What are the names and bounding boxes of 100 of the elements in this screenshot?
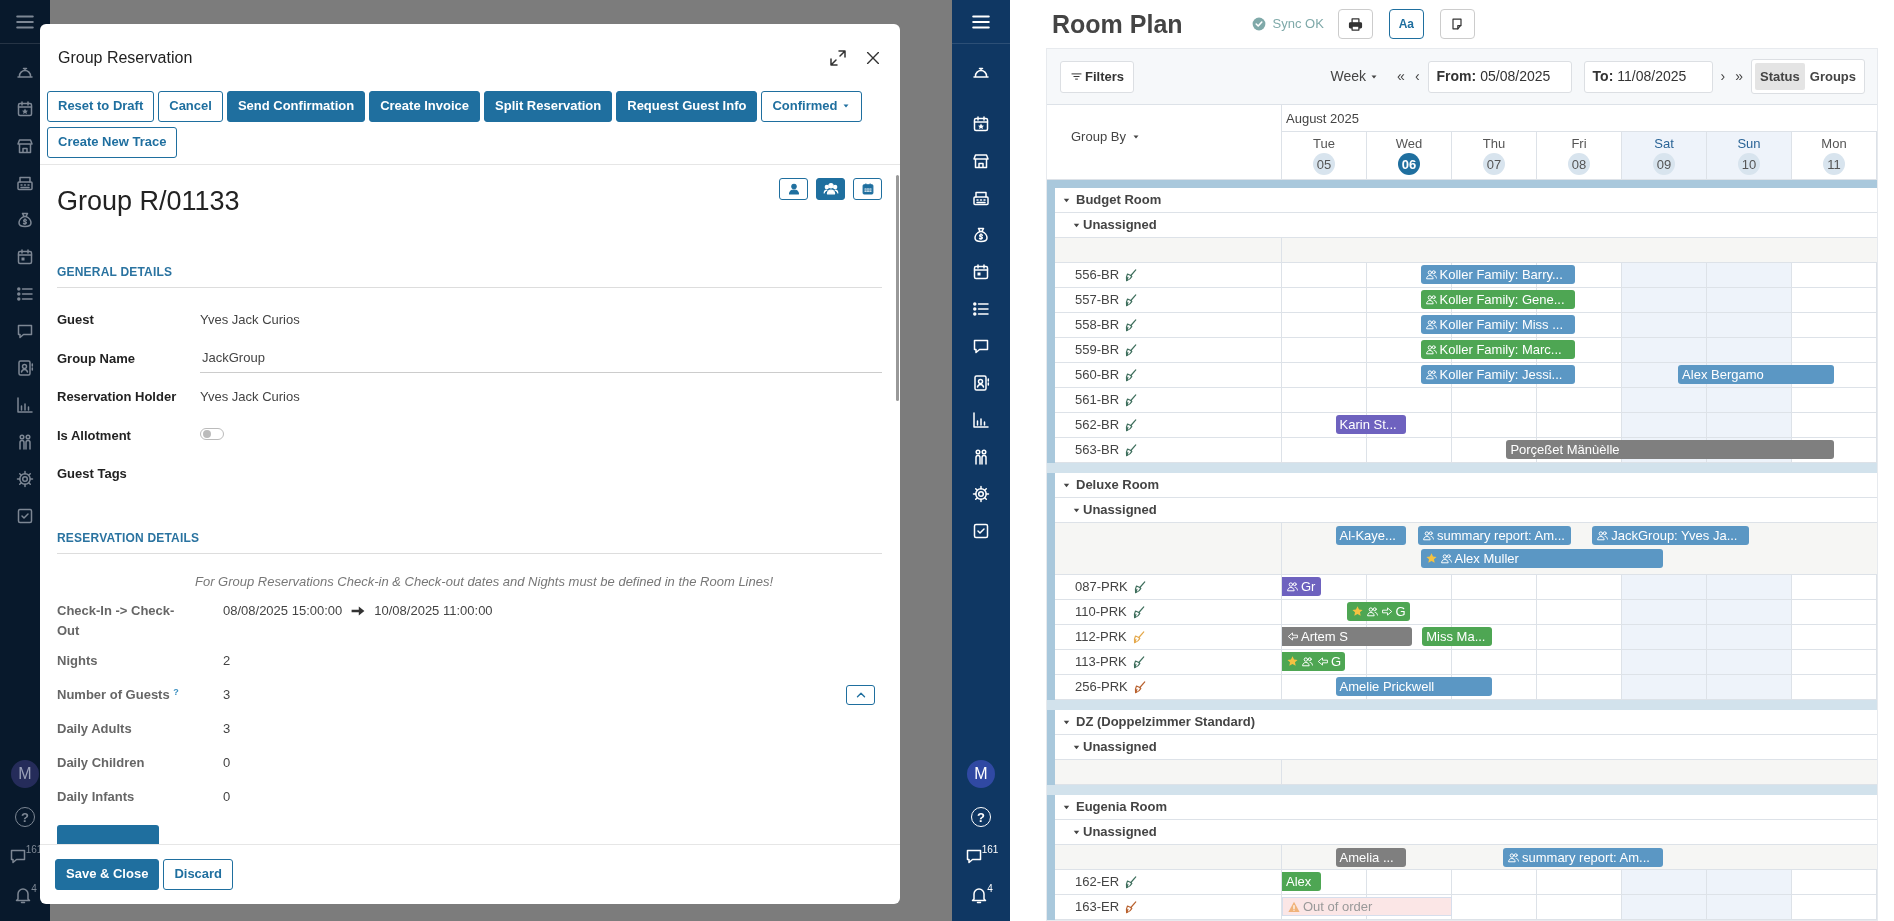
chart-icon[interactable]: [971, 410, 991, 430]
people-icon: [1424, 268, 1438, 281]
booking-bar[interactable]: Amelie Prickwell: [1335, 677, 1492, 696]
note-text: For Group Reservations Check-in & Check-out dates and Nights must be defined in the Room Lines!: [195, 572, 775, 591]
arrow-right-icon: [1380, 605, 1394, 618]
period-dropdown[interactable]: Week: [1328, 66, 1382, 87]
calendar-icon[interactable]: [15, 247, 35, 267]
field-label: Guest Tags: [57, 465, 128, 484]
nav-button[interactable]: ‹: [1412, 66, 1422, 87]
settings-icon[interactable]: [15, 469, 35, 489]
booking-bar[interactable]: Karin St...: [1335, 415, 1407, 434]
store-icon[interactable]: [971, 151, 991, 171]
collapse-button[interactable]: [846, 685, 875, 706]
list-icon[interactable]: [15, 284, 35, 304]
booking-bar[interactable]: Amelia ...: [1335, 848, 1407, 867]
calendar-icon[interactable]: [971, 262, 991, 282]
booking-bar[interactable]: Koller Family: Jessi...: [1420, 365, 1576, 384]
print-button[interactable]: [1337, 9, 1373, 39]
avatar[interactable]: M: [11, 760, 39, 788]
date-badge: 07: [1483, 153, 1505, 176]
view-button[interactable]: [853, 177, 882, 200]
booking-bar[interactable]: summary report: Am...: [1418, 526, 1571, 545]
contact-card-icon[interactable]: [15, 358, 35, 378]
out-of-order-bar[interactable]: Out of order: [1282, 897, 1452, 916]
booking-bar[interactable]: Koller Family: Barry...: [1420, 265, 1576, 284]
action-button[interactable]: Save & Close: [55, 859, 160, 890]
contact-card-icon[interactable]: [971, 373, 991, 393]
status-dropdown[interactable]: Confirmed: [761, 91, 863, 122]
booking-bar[interactable]: summary report: Am...: [1503, 848, 1663, 867]
booking-bar[interactable]: Koller Family: Gene...: [1420, 290, 1576, 309]
room-timeline[interactable]: Artem S Miss Ma...: [1282, 625, 1877, 650]
note-button[interactable]: [1439, 9, 1475, 39]
booking-bar[interactable]: Miss Ma...: [1422, 627, 1492, 646]
booking-bar[interactable]: Al-Kaye...: [1335, 526, 1407, 545]
room-timeline[interactable]: Karin St...: [1282, 413, 1877, 438]
room-timeline[interactable]: Koller Family: Gene...: [1282, 288, 1877, 313]
list-icon[interactable]: [971, 299, 991, 319]
room-timeline[interactable]: Koller Family: Miss ...: [1282, 313, 1877, 338]
expand-icon[interactable]: [828, 47, 848, 68]
chart-icon[interactable]: [15, 395, 35, 415]
room-timeline[interactable]: Porçeßet Mänùèlle: [1282, 438, 1877, 463]
room-timeline[interactable]: Alex: [1282, 870, 1877, 895]
booking-bar[interactable]: Koller Family: Marc...: [1420, 340, 1576, 359]
room-timeline[interactable]: Out of order: [1282, 895, 1877, 920]
booking-bar[interactable]: G: [1346, 602, 1410, 621]
room-timeline[interactable]: G: [1282, 650, 1877, 675]
booking-bar[interactable]: Artem S: [1282, 627, 1413, 646]
room-timeline[interactable]: Amelie Prickwell: [1282, 675, 1877, 700]
date-badge: 08: [1568, 153, 1590, 176]
room-type-label: Budget Room: [1076, 191, 1162, 210]
date-field[interactable]: To: 11/08/2025: [1583, 60, 1713, 93]
money-bag-icon[interactable]: [15, 210, 35, 230]
room-timeline[interactable]: Koller Family: Jessi... Alex Bergamo: [1282, 363, 1877, 388]
action-button[interactable]: Reset to Draft: [47, 91, 155, 122]
room-timeline[interactable]: Koller Family: Barry...: [1282, 263, 1877, 288]
nav-button[interactable]: ›: [1718, 66, 1728, 87]
booking-bar[interactable]: Alex Bergamo: [1678, 365, 1834, 384]
booking-bar[interactable]: Gr: [1282, 577, 1322, 596]
star-icon: [1286, 655, 1299, 668]
people-icon: [822, 180, 839, 197]
date-field[interactable]: From: 05/08/2025: [1427, 60, 1572, 93]
action-button[interactable]: Discard: [163, 859, 234, 890]
nav-button[interactable]: «: [1395, 66, 1407, 87]
room-number: 087-PRK: [1075, 578, 1128, 597]
star-icon: [1350, 605, 1364, 618]
message-count: 161: [981, 843, 999, 857]
calendar-icon[interactable]: [971, 114, 991, 134]
action-button[interactable]: Cancel: [158, 91, 223, 122]
action-button[interactable]: Split Reservation: [484, 91, 613, 122]
store-icon[interactable]: [15, 136, 35, 156]
people-icon: [1301, 655, 1314, 668]
action-button[interactable]: Send Confirmation: [226, 91, 366, 122]
group-by-dropdown[interactable]: Group By: [1071, 127, 1141, 147]
view-button[interactable]: [779, 177, 808, 200]
action-button[interactable]: Request Guest Info: [616, 91, 758, 122]
font-size-button[interactable]: Aa: [1388, 9, 1424, 39]
booking-bar[interactable]: Alex: [1282, 872, 1322, 891]
field-label: Group Name: [57, 349, 136, 368]
field-value: 0: [223, 788, 231, 807]
booking-bar[interactable]: G: [1282, 652, 1346, 671]
room-timeline[interactable]: G: [1282, 600, 1877, 625]
money-bag-icon[interactable]: [971, 225, 991, 245]
room-timeline[interactable]: Koller Family: Marc...: [1282, 338, 1877, 363]
checkbox-icon[interactable]: [971, 521, 991, 541]
action-button[interactable]: Create Invoice: [369, 91, 481, 122]
check-circle-icon: [1250, 16, 1267, 32]
booking-bar[interactable]: JackGroup: Yves Ja...: [1592, 526, 1749, 545]
nav-button[interactable]: »: [1733, 66, 1746, 87]
booking-bar[interactable]: Porçeßet Mänùèlle: [1506, 440, 1834, 459]
view-mode-tab[interactable]: Status: [1755, 62, 1805, 91]
view-button[interactable]: [816, 177, 845, 200]
booking-bar[interactable]: Alex Muller: [1420, 549, 1663, 568]
calendar-icon[interactable]: [15, 99, 35, 119]
action-button[interactable]: Create New Trace: [47, 126, 178, 158]
avatar[interactable]: M: [967, 760, 995, 788]
room-timeline[interactable]: Gr: [1282, 575, 1877, 600]
booking-bar[interactable]: Koller Family: Miss ...: [1420, 315, 1576, 334]
scrollbar-thumb[interactable]: [896, 174, 899, 401]
checkbox-icon[interactable]: [15, 506, 35, 526]
filters-button[interactable]: Filters: [1060, 60, 1134, 93]
